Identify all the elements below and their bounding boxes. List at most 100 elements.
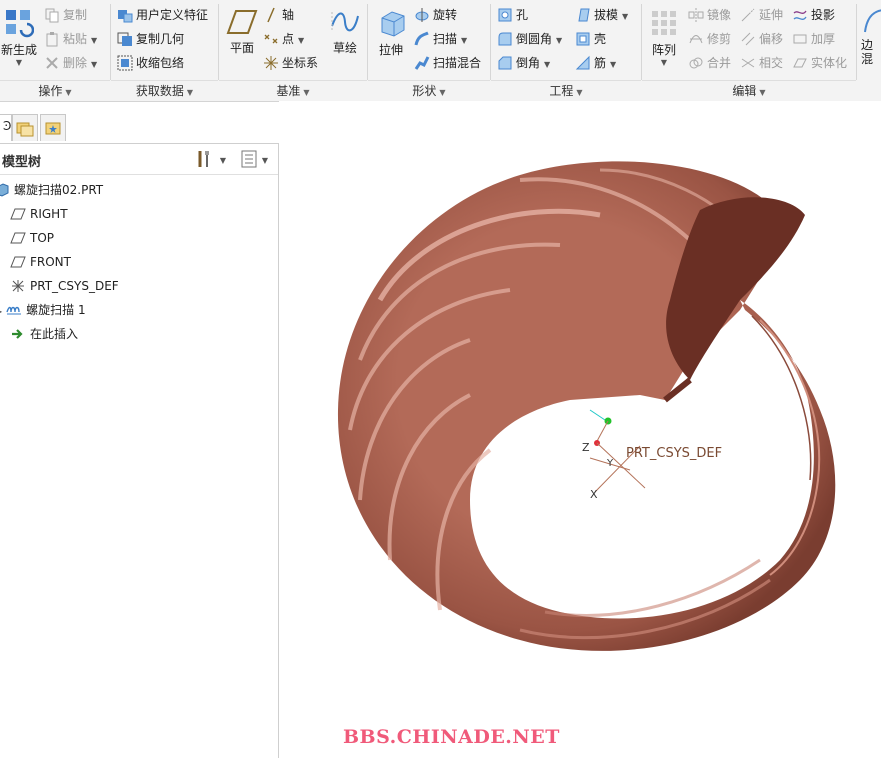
solidify-button[interactable]: 实体化 — [792, 52, 847, 74]
sweep-label: 扫描 — [433, 32, 458, 46]
paste-label: 粘贴 — [63, 32, 88, 46]
copy-button[interactable]: 复制 — [44, 4, 87, 26]
delete-label: 删除 — [63, 56, 88, 70]
insert-here-arrow-icon — [12, 328, 23, 339]
regenerate-dropdown-arrow[interactable]: ▼ — [0, 58, 38, 67]
rib-button[interactable]: 筋 ▼ — [575, 52, 616, 74]
paste-button[interactable]: 粘贴 ▼ — [44, 28, 97, 50]
tree-item-front[interactable]: FRONT — [10, 251, 71, 273]
tree-item-csys[interactable]: PRT_CSYS_DEF — [10, 275, 119, 297]
datum-axis-label: 轴 — [282, 8, 295, 22]
datum-plane-icon — [226, 10, 258, 34]
swept-blend-button[interactable]: 扫描混合 — [414, 52, 481, 74]
coordinate-system-button[interactable]: 坐标系 — [263, 52, 318, 74]
csys-icon — [264, 55, 278, 70]
group-label-shapes[interactable]: 形状 ▼ — [368, 80, 490, 101]
tools-icon — [198, 151, 209, 167]
tree-settings-dropdown: ▼ — [219, 156, 226, 165]
boundary-label-line2: 混 — [861, 52, 874, 66]
intersect-icon — [741, 58, 755, 67]
copy-icon — [45, 8, 59, 22]
pattern-button[interactable]: 阵列 ▼ — [646, 8, 682, 67]
hole-label: 孔 — [516, 8, 529, 22]
datum-point-button[interactable]: 点 ▼ — [263, 28, 304, 50]
axis-z-label: Z — [582, 441, 590, 454]
project-button[interactable]: 投影 — [792, 4, 835, 26]
intersect-button[interactable]: 相交 — [740, 52, 783, 74]
csys-name-label: PRT_CSYS_DEF — [626, 446, 723, 461]
tree-item-label: TOP — [30, 231, 55, 245]
copy-geometry-button[interactable]: 复制几何 — [117, 28, 184, 50]
regenerate-icon — [6, 10, 34, 38]
trim-button[interactable]: 修剪 — [688, 28, 731, 50]
solidify-label: 实体化 — [811, 56, 848, 70]
regenerate-button[interactable]: 新生成 ▼ — [0, 8, 38, 67]
round-button[interactable]: 倒圆角 ▼ — [497, 28, 562, 50]
trim-label: 修剪 — [707, 32, 732, 46]
thicken-icon — [793, 34, 807, 43]
mirror-button[interactable]: 镜像 — [688, 4, 731, 26]
group-label-get-data[interactable]: 获取数据 ▼ — [111, 80, 218, 101]
pattern-label: 阵列 — [651, 43, 676, 57]
sketch-icon — [331, 12, 359, 32]
offset-label: 偏移 — [759, 32, 784, 46]
sweep-button[interactable]: 扫描 ▼ — [414, 28, 467, 50]
tree-item-right[interactable]: RIGHT — [10, 203, 68, 225]
tree-item-insert-here[interactable]: 在此插入 — [10, 323, 78, 345]
part-icon — [0, 182, 9, 197]
project-label: 投影 — [811, 8, 836, 22]
shell-button[interactable]: 壳 — [575, 28, 606, 50]
tree-item-label: RIGHT — [30, 207, 68, 221]
tree-item-top[interactable]: TOP — [10, 227, 54, 249]
tree-item-helical-sweep[interactable]: ▶ 螺旋扫描 1 — [0, 299, 86, 321]
folder-browser-icon — [16, 122, 34, 137]
group-label-datum[interactable]: 基准 ▼ — [219, 80, 367, 101]
offset-button[interactable]: 偏移 — [740, 28, 783, 50]
copy-geometry-icon — [117, 32, 132, 46]
datum-plane-button[interactable]: 平面 — [223, 8, 261, 56]
tab-folder-browser[interactable] — [12, 114, 38, 141]
draft-button[interactable]: 拔模 ▼ — [575, 4, 628, 26]
tree-item-label: 螺旋扫描02.PRT — [14, 183, 104, 197]
tree-settings-button[interactable]: ▼ — [196, 149, 226, 172]
expand-arrow-icon[interactable]: ▶ — [0, 307, 2, 316]
hole-button[interactable]: 孔 — [497, 4, 528, 26]
ribbon: 新生成 ▼ 复制 粘贴 ▼ 删除 ▼ 操作 ▼ 用户定义特征 复制几何 收缩包络 获取… — [0, 0, 881, 102]
extrude-button[interactable]: 拉伸 — [372, 8, 410, 58]
extend-button[interactable]: 延伸 — [740, 4, 783, 26]
tab-model-tree[interactable]: Ͽ — [0, 114, 12, 141]
group-label-operations[interactable]: 操作 ▼ — [0, 80, 110, 101]
model-tree-tab-icon: Ͽ — [3, 119, 12, 133]
datum-plane-icon — [10, 208, 26, 219]
sketch-label: 草绘 — [332, 41, 357, 55]
graphics-window[interactable]: Z Y X PRT_CSYS_DEF — [279, 101, 881, 757]
list-view-icon — [241, 150, 257, 168]
thicken-button[interactable]: 加厚 — [792, 28, 835, 50]
group-label-engineering[interactable]: 工程 ▼ — [491, 80, 641, 101]
round-label: 倒圆角 — [516, 32, 553, 46]
chamfer-button[interactable]: 倒角 ▼ — [497, 52, 550, 74]
udf-button[interactable]: 用户定义特征 — [117, 4, 208, 26]
tab-favorites[interactable] — [40, 114, 66, 141]
group-engineering: 孔 倒圆角 ▼ 倒角 ▼ 拔模 ▼ 壳 筋 ▼ 工程 ▼ — [491, 0, 641, 101]
merge-button[interactable]: 合并 — [688, 52, 731, 74]
group-shapes: 拉伸 旋转 扫描 ▼ 扫描混合 形状 ▼ — [368, 0, 490, 101]
watermark-text: BBS.CHINADE.NET — [343, 726, 560, 748]
sketch-button[interactable]: 草绘 — [325, 8, 365, 56]
revolve-button[interactable]: 旋转 — [414, 4, 457, 26]
navigator-tabs: Ͽ — [0, 112, 80, 144]
datum-axis-button[interactable]: 轴 — [263, 4, 294, 26]
extend-icon — [741, 8, 755, 21]
delete-button[interactable]: 删除 ▼ — [44, 52, 97, 74]
helical-sweep-icon — [6, 306, 22, 314]
revolve-label: 旋转 — [433, 8, 458, 22]
shrinkwrap-button[interactable]: 收缩包络 — [117, 52, 184, 74]
group-label-editing[interactable]: 编辑 ▼ — [642, 80, 856, 101]
pattern-dropdown-arrow[interactable]: ▼ — [646, 58, 682, 67]
tree-item-part[interactable]: 螺旋扫描02.PRT — [0, 179, 103, 201]
swept-blend-label: 扫描混合 — [433, 56, 482, 70]
helical-sweep-model[interactable] — [279, 101, 881, 757]
shell-icon — [576, 32, 590, 45]
boundary-blend-button[interactable]: 边 混 — [861, 6, 881, 66]
tree-show-button[interactable]: ▼ — [240, 149, 268, 172]
